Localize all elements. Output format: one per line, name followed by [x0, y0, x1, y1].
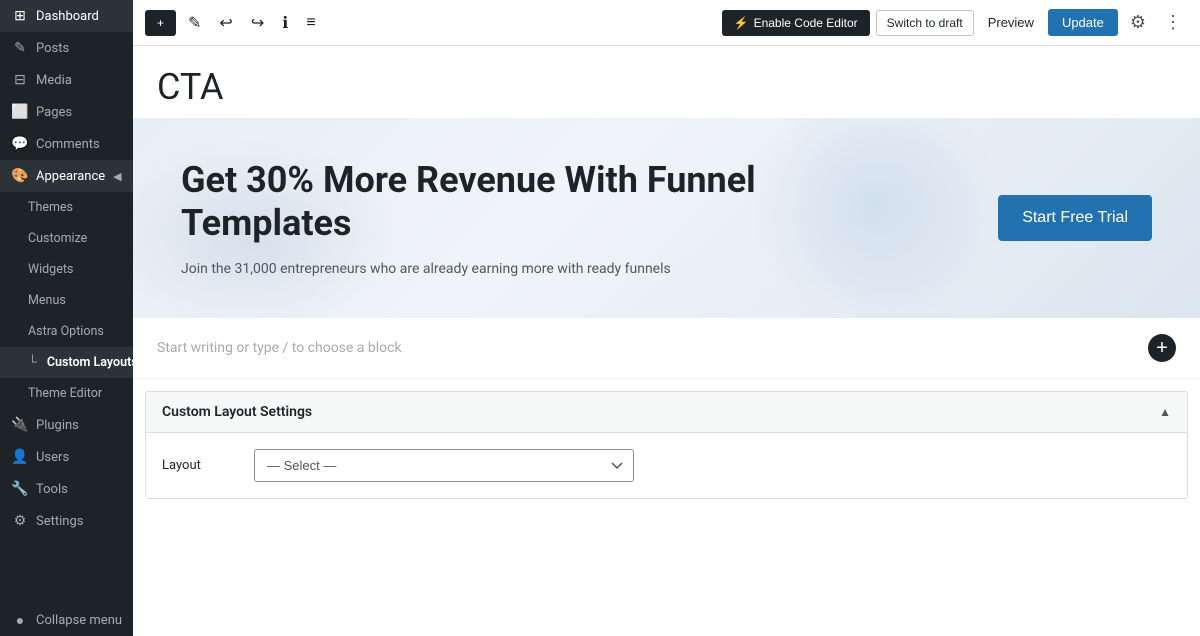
comments-icon: 💬 [12, 136, 28, 152]
pages-icon: ⬜ [12, 104, 28, 120]
appearance-icon: 🎨 [12, 168, 28, 184]
sidebar-item-comments[interactable]: 💬 Comments [0, 128, 133, 160]
sidebar-item-settings[interactable]: ⚙ Settings [0, 505, 133, 537]
sidebar-item-label: Tools [36, 482, 68, 497]
sidebar-sub-astra-options[interactable]: Astra Options [0, 316, 133, 347]
sidebar-item-label: Users [36, 450, 69, 465]
block-editor-area[interactable]: Start writing or type / to choose a bloc… [133, 318, 1200, 379]
add-block-inline-button[interactable]: + [1148, 334, 1176, 362]
cta-banner: ➤ Get 30% More Revenue With Funnel Templ… [133, 118, 1200, 318]
tools-icon: 🔧 [12, 481, 28, 497]
custom-layouts-label: Custom Layouts [47, 355, 133, 370]
update-label: Update [1062, 15, 1104, 30]
redo-button[interactable]: ↪ [245, 7, 270, 39]
edit-icon: ✎ [188, 13, 201, 33]
sidebar-item-label: Appearance [36, 169, 105, 184]
list-icon: ≡ [306, 14, 315, 32]
settings-title: Custom Layout Settings [162, 404, 312, 420]
switch-draft-button[interactable]: Switch to draft [876, 10, 974, 36]
users-icon: 👤 [12, 449, 28, 465]
sidebar-item-collapse[interactable]: ● Collapse menu [0, 604, 133, 636]
cta-subtext: Join the 31,000 entrepreneurs who are al… [181, 261, 781, 277]
sidebar-sub-widgets[interactable]: Widgets [0, 254, 133, 285]
sidebar-item-appearance[interactable]: 🎨 Appearance ◀ [0, 160, 133, 192]
undo-icon: ↩ [219, 13, 232, 33]
custom-layout-settings: Custom Layout Settings ▲ Layout — Select… [145, 391, 1188, 499]
add-icon: + [157, 16, 164, 30]
add-block-button[interactable]: + [145, 10, 176, 36]
update-button[interactable]: Update [1048, 9, 1118, 36]
dashboard-icon: ⊞ [12, 8, 28, 24]
appearance-collapse-icon: ◀ [113, 170, 121, 183]
page-title-area: CTA [133, 46, 1200, 118]
page-title: CTA [157, 66, 1176, 108]
widgets-label: Widgets [28, 262, 73, 277]
sidebar-item-label: Media [36, 73, 72, 88]
edit-button[interactable]: ✎ [182, 7, 207, 39]
settings-body: Layout — Select — [146, 433, 1187, 498]
sidebar-item-plugins[interactable]: 🔌 Plugins [0, 409, 133, 441]
collapse-label: Collapse menu [36, 613, 122, 628]
code-editor-button[interactable]: ⚡ Enable Code Editor [722, 10, 870, 36]
redo-icon: ↪ [251, 13, 264, 33]
plus-icon: + [1156, 338, 1168, 358]
sidebar-sub-theme-editor[interactable]: Theme Editor [0, 378, 133, 409]
settings-icon: ⚙ [12, 513, 28, 529]
code-editor-label: Enable Code Editor [754, 16, 858, 30]
theme-editor-label: Theme Editor [28, 386, 102, 401]
undo-button[interactable]: ↩ [213, 7, 238, 39]
custom-layouts-icon: └ [28, 355, 37, 370]
media-icon: ⊟ [12, 72, 28, 88]
more-icon: ⋮ [1164, 12, 1182, 33]
customize-label: Customize [28, 231, 87, 246]
start-free-trial-button[interactable]: Start Free Trial [998, 195, 1152, 241]
collapse-icon: ● [12, 612, 28, 628]
plugins-icon: 🔌 [12, 417, 28, 433]
sidebar-item-posts[interactable]: ✎ Posts [0, 32, 133, 64]
sidebar-item-label: Dashboard [36, 9, 99, 24]
info-button[interactable]: ℹ [276, 7, 294, 39]
sidebar: ⊞ Dashboard ✎ Posts ⊟ Media ⬜ Pages 💬 Co… [0, 0, 133, 636]
layout-label: Layout [162, 458, 242, 473]
sidebar-item-label: Settings [36, 514, 83, 529]
settings-collapse-icon: ▲ [1159, 405, 1171, 419]
switch-label: Switch to draft [887, 16, 963, 30]
settings-gear-button[interactable]: ⚙ [1124, 6, 1152, 39]
cta-heading: Get 30% More Revenue With Funnel Templat… [181, 159, 781, 245]
sidebar-sub-customize[interactable]: Customize [0, 223, 133, 254]
more-options-button[interactable]: ⋮ [1158, 6, 1188, 39]
preview-button[interactable]: Preview [980, 10, 1042, 35]
sidebar-item-media[interactable]: ⊟ Media [0, 64, 133, 96]
sidebar-item-pages[interactable]: ⬜ Pages [0, 96, 133, 128]
sidebar-item-label: Comments [36, 137, 100, 152]
layout-select[interactable]: — Select — [254, 449, 634, 482]
sidebar-item-label: Posts [36, 41, 69, 56]
main-content: CTA ➤ Get 30% More Revenue With Funnel T… [133, 46, 1200, 636]
sidebar-sub-menus[interactable]: Menus [0, 285, 133, 316]
list-view-button[interactable]: ≡ [300, 8, 321, 38]
astra-options-label: Astra Options [28, 324, 104, 339]
sidebar-item-label: Plugins [36, 418, 79, 433]
preview-label: Preview [988, 15, 1034, 30]
menus-label: Menus [28, 293, 66, 308]
gear-icon: ⚙ [1130, 12, 1146, 33]
sidebar-item-label: Pages [36, 105, 72, 120]
themes-label: Themes [28, 200, 73, 215]
sidebar-item-users[interactable]: 👤 Users [0, 441, 133, 473]
block-placeholder: Start writing or type / to choose a bloc… [157, 340, 402, 356]
posts-icon: ✎ [12, 40, 28, 56]
settings-header[interactable]: Custom Layout Settings ▲ [146, 392, 1187, 433]
code-editor-icon: ⚡ [734, 16, 749, 30]
sidebar-item-tools[interactable]: 🔧 Tools [0, 473, 133, 505]
cta-text-block: Get 30% More Revenue With Funnel Templat… [181, 159, 781, 277]
sidebar-sub-themes[interactable]: Themes [0, 192, 133, 223]
info-icon: ℹ [282, 13, 288, 33]
sidebar-item-dashboard[interactable]: ⊞ Dashboard [0, 0, 133, 32]
topbar: + ✎ ↩ ↪ ℹ ≡ ⚡ Enable Code Editor Switch … [133, 0, 1200, 46]
sidebar-sub-custom-layouts[interactable]: └ Custom Layouts [0, 347, 133, 378]
